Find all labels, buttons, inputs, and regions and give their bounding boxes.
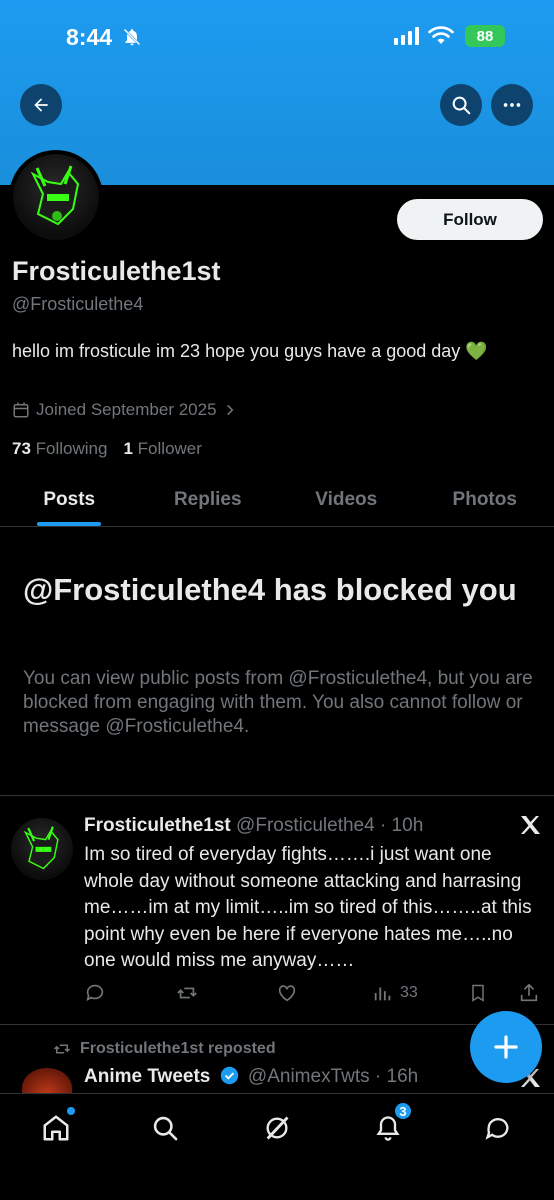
wifi-icon (428, 26, 454, 44)
views-icon (374, 987, 391, 1001)
profile-avatar[interactable] (9, 150, 103, 244)
share-button[interactable] (518, 982, 540, 1004)
chat-icon (485, 1118, 509, 1140)
follow-counts: 73 Following 1 Follower (12, 439, 202, 459)
tab-posts[interactable]: Posts (0, 474, 139, 526)
reposted-tweet-header: Anime Tweets @AnimexTwts · 16h (84, 1066, 418, 1088)
tweet-divider (0, 1024, 554, 1025)
reply-icon (86, 984, 104, 1001)
joined-date[interactable]: Joined September 2025 (12, 400, 237, 420)
tab-photos[interactable]: Photos (416, 474, 554, 526)
back-button[interactable] (20, 84, 62, 126)
bell-off-icon (123, 28, 141, 46)
nav-notifications[interactable]: 3 (371, 1101, 413, 1145)
reply-button[interactable] (84, 982, 106, 1004)
home-icon (43, 1115, 69, 1141)
plus-icon (494, 1035, 518, 1059)
nav-messages[interactable] (481, 1111, 515, 1145)
battery-indicator: 88 (465, 25, 505, 47)
views-button[interactable]: 33 (372, 982, 418, 1004)
grok-icon (266, 1116, 289, 1140)
tab-replies[interactable]: Replies (139, 474, 278, 526)
repost-icon (177, 987, 197, 999)
follow-button[interactable]: Follow (397, 199, 543, 240)
tweet-header: Frosticulethe1st @Frosticulethe4 · 10h (84, 815, 423, 837)
battery-level: 88 (476, 27, 494, 45)
views-count: 33 (400, 984, 418, 1001)
nav-search[interactable] (148, 1111, 182, 1145)
blocked-title: @Frosticulethe4 has blocked you (23, 572, 517, 607)
nav-grok[interactable] (260, 1111, 294, 1145)
blocked-description: You can view public posts from @Frosticu… (23, 668, 533, 737)
nav-home[interactable] (39, 1107, 75, 1145)
like-button[interactable] (276, 982, 298, 1004)
tweet-text: Im so tired of everyday fights…….i just … (84, 844, 532, 971)
repost-label: Frosticulethe1st reposted (80, 1040, 276, 1057)
search-icon (153, 1116, 178, 1141)
followers-label: Follower (137, 439, 202, 458)
display-name: Frosticulethe1st (12, 256, 221, 286)
heart-icon (278, 985, 296, 1002)
repost-icon (53, 1044, 71, 1054)
tweet-avatar[interactable] (11, 818, 73, 880)
bookmark-button[interactable] (468, 982, 488, 1004)
tab-videos[interactable]: Videos (277, 474, 416, 526)
following-count: 73 (12, 439, 31, 458)
search-icon (452, 96, 471, 115)
profile-tabs: Posts Replies Videos Photos (0, 474, 554, 527)
avatar-art (30, 165, 80, 226)
arrow-left-icon (34, 98, 48, 112)
chevron-right-icon (226, 404, 233, 416)
tweet-actions: 33 (84, 982, 544, 1008)
profile-bio: hello im frosticule im 23 hope you guys … (12, 341, 488, 361)
repost-button[interactable] (176, 982, 198, 1004)
tweet-handle-time: @Frosticulethe4 · 10h (236, 815, 424, 836)
bottom-navigation: 3 (0, 1093, 554, 1200)
following-label: Following (35, 439, 108, 458)
followers-link[interactable]: 1 Follower (123, 439, 201, 459)
search-button[interactable] (440, 84, 482, 126)
x-logo-icon (521, 816, 540, 834)
followers-count: 1 (123, 439, 133, 458)
notifications-badge: 3 (393, 1101, 413, 1121)
status-bar: 8:44 88 (0, 0, 554, 70)
home-unread-dot (67, 1107, 75, 1115)
reposted-author-name[interactable]: Anime Tweets (84, 1066, 210, 1087)
bookmark-icon (472, 984, 484, 1002)
profile-handle: @Frosticulethe4 (12, 294, 144, 314)
reposted-handle-time: @AnimexTwts · 16h (247, 1066, 419, 1087)
share-icon (520, 983, 538, 1002)
joined-label: Joined September 2025 (36, 400, 217, 419)
section-divider (0, 795, 554, 796)
repost-indicator: Frosticulethe1st reposted (52, 1040, 276, 1058)
avatar-art (23, 826, 59, 870)
calendar-icon (13, 402, 29, 418)
following-link[interactable]: 73 Following (12, 439, 107, 459)
verified-badge-icon (220, 1066, 238, 1085)
compose-button[interactable] (470, 1011, 542, 1083)
more-options-button[interactable] (491, 84, 533, 126)
signal-icon (394, 27, 419, 45)
tweet-author-name[interactable]: Frosticulethe1st (84, 815, 231, 836)
status-time: 8:44 (66, 24, 113, 50)
more-horizontal-icon (503, 103, 521, 107)
